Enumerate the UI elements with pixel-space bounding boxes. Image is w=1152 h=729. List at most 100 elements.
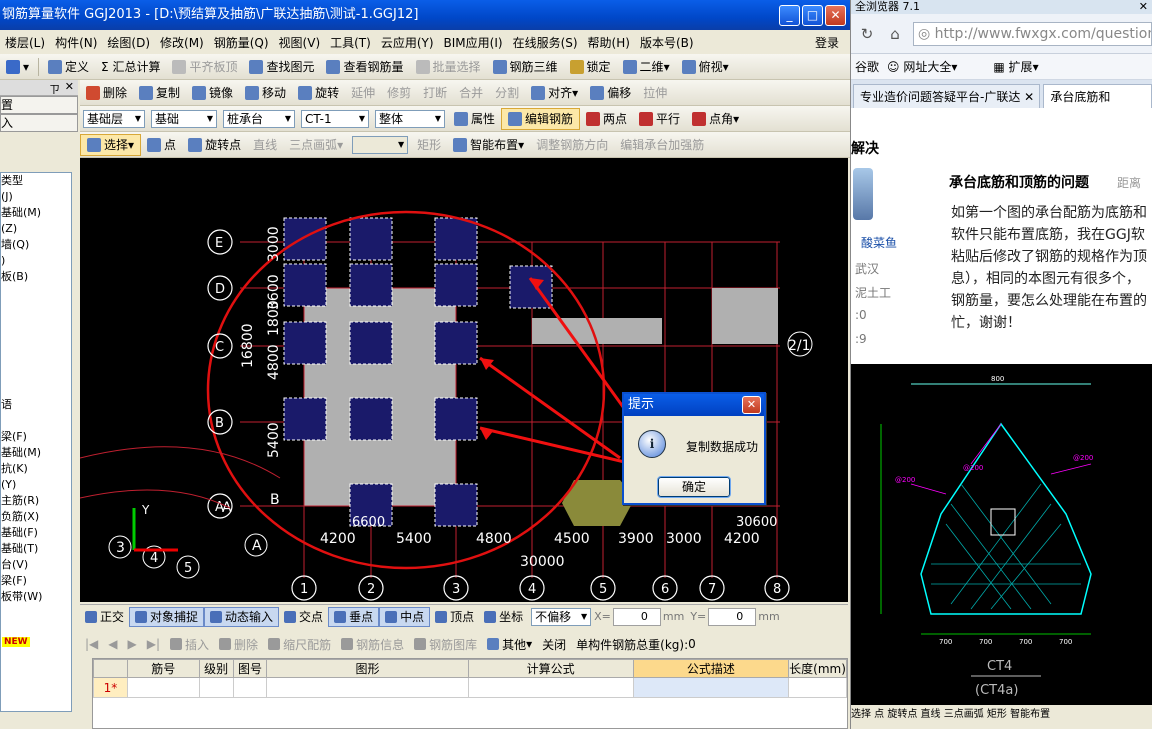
top-view-dropdown[interactable]: 俯视 ▾ xyxy=(676,56,735,78)
tree-item[interactable]: 梁(F) xyxy=(1,429,71,445)
table-row[interactable]: 1* xyxy=(93,677,847,698)
cell-grade[interactable] xyxy=(198,677,234,698)
extend-button[interactable]: 延伸 xyxy=(345,82,381,104)
tree-item[interactable] xyxy=(1,317,71,333)
panel-button-set[interactable]: 置 xyxy=(0,96,78,114)
merge-button[interactable]: 合并 xyxy=(453,82,489,104)
mirror-button[interactable]: 镜像 xyxy=(186,82,239,104)
x-input[interactable]: 0 xyxy=(612,607,661,626)
close-panel-icon[interactable]: ✕ xyxy=(65,80,74,93)
tree-item[interactable]: 主筋(R) xyxy=(1,493,71,509)
tree-item[interactable]: 基础(F) xyxy=(1,525,71,541)
undo-button[interactable]: ▾ xyxy=(0,56,35,78)
view-2d-dropdown[interactable]: 二维 ▾ xyxy=(617,56,676,78)
tree-item[interactable]: ) xyxy=(1,253,71,269)
menu-view[interactable]: 视图(V) xyxy=(274,34,326,51)
tree-item[interactable]: 台(V) xyxy=(1,557,71,573)
line-button[interactable]: 直线 xyxy=(247,134,283,156)
align-dropdown[interactable]: 对齐 ▾ xyxy=(525,82,584,104)
browser-close-icon[interactable]: ✕ xyxy=(1139,0,1148,14)
menu-cloud[interactable]: 云应用(Y) xyxy=(376,34,439,51)
cad-drawing[interactable]: EDCBA1 2 3 4 5 6 7 8300036001800480054001680042… xyxy=(80,158,848,602)
tree-item[interactable] xyxy=(1,285,71,301)
tree-item[interactable]: 基础(T) xyxy=(1,541,71,557)
user-name[interactable]: 酸菜鱼 xyxy=(861,234,897,251)
vertex-snap[interactable]: 顶点 xyxy=(430,607,479,627)
tree-item[interactable]: 语 xyxy=(1,397,71,413)
rotate-button[interactable]: 旋转 xyxy=(292,82,345,104)
nav-next-button[interactable]: ▶ xyxy=(123,637,142,651)
tab-cap-question[interactable]: 承台底筋和 xyxy=(1043,84,1152,108)
cell-bar-no[interactable] xyxy=(126,677,200,698)
copy-button[interactable]: 复制 xyxy=(133,82,186,104)
tree-item[interactable] xyxy=(1,301,71,317)
midpoint-snap[interactable]: 中点 xyxy=(379,606,431,627)
edit-steel-button[interactable]: 编辑钢筋 xyxy=(501,107,581,130)
tree-item[interactable]: 基础(M) xyxy=(1,205,71,221)
pin-icon[interactable]: ㄗ xyxy=(49,81,60,97)
maximize-button[interactable]: □ xyxy=(802,5,823,26)
cell-shape[interactable] xyxy=(266,677,469,698)
smart-layout-dropdown[interactable]: 智能布置 ▾ xyxy=(447,134,530,156)
col-formula[interactable]: 计算公式 xyxy=(467,659,634,678)
tree-item[interactable] xyxy=(1,349,71,365)
tree-item[interactable]: 基础(M) xyxy=(1,445,71,461)
select-dropdown[interactable]: 选择 ▾ xyxy=(80,133,142,156)
tree-item[interactable]: 墙(Q) xyxy=(1,237,71,253)
flat-slab-button[interactable]: 平齐板顶 xyxy=(166,56,243,78)
minimize-button[interactable]: _ xyxy=(779,5,800,26)
col-grade[interactable]: 级别 xyxy=(198,659,234,678)
perpendicular-snap[interactable]: 垂点 xyxy=(328,606,380,627)
tree-item[interactable] xyxy=(1,365,71,381)
drawing-canvas[interactable]: E D C B A 1 2 3 4 5 6 7 8 3000 3600 1800 4800 5400 16800 42… xyxy=(80,158,848,602)
tree-item[interactable]: 梁(F) xyxy=(1,573,71,589)
bookmark-extensions[interactable]: ▦ 扩展▾ xyxy=(993,58,1038,75)
point-button[interactable]: 点 xyxy=(141,134,182,156)
menu-modify[interactable]: 修改(M) xyxy=(155,34,209,51)
rect-button[interactable]: 矩形 xyxy=(411,134,447,156)
view-steel-button[interactable]: 查看钢筋量 xyxy=(320,56,409,78)
rebar-grid[interactable]: 筋号 级别 图号 图形 计算公式 公式描述 长度(mm) 1* xyxy=(92,658,848,729)
delete-button[interactable]: 删除 xyxy=(80,82,133,104)
arc-button[interactable]: 三点画弧 ▾ xyxy=(283,134,349,156)
login-link[interactable]: 登录 xyxy=(810,34,844,51)
tree-item[interactable]: 板(B) xyxy=(1,269,71,285)
bookmark-sites[interactable]: ☺ 网址大全▾ xyxy=(887,58,957,75)
offset-mode-select[interactable]: 不偏移 ▼ xyxy=(531,607,592,626)
rotate-point-button[interactable]: 旋转点 xyxy=(182,134,247,156)
other-dropdown[interactable]: 其他 ▾ xyxy=(482,636,537,653)
tab-qa-platform[interactable]: 专业造价问题答疑平台-广联达 ✕ xyxy=(853,84,1041,108)
sum-calc-button[interactable]: Σ 汇总计算 xyxy=(95,56,166,78)
insert-row-button[interactable]: 插入 xyxy=(165,636,214,653)
lock-button[interactable]: 锁定 xyxy=(564,56,617,78)
edit-cap-steel-button[interactable]: 编辑承台加强筋 xyxy=(614,134,710,156)
tree-item[interactable]: (Y) xyxy=(1,477,71,493)
home-icon[interactable]: ⌂ xyxy=(885,24,905,44)
menu-steel-qty[interactable]: 钢筋量(Q) xyxy=(209,34,274,51)
arc-option-select[interactable]: ▼ xyxy=(352,135,409,154)
dialog-close-button[interactable]: ✕ xyxy=(742,396,761,414)
tree-item[interactable] xyxy=(1,333,71,349)
component-select[interactable]: CT-1 ▼ xyxy=(301,109,369,128)
cell-formula[interactable] xyxy=(467,677,634,698)
cell-fig-no[interactable] xyxy=(232,677,268,698)
nav-prev-button[interactable]: ◀ xyxy=(103,637,122,651)
ortho-toggle[interactable]: 正交 xyxy=(80,607,129,627)
menu-help[interactable]: 帮助(H) xyxy=(583,34,635,51)
offset-button[interactable]: 偏移 xyxy=(584,82,637,104)
nav-first-button[interactable]: |◀ xyxy=(80,637,103,651)
menu-draw[interactable]: 绘图(D) xyxy=(102,34,155,51)
cell-length[interactable] xyxy=(788,677,847,698)
rebar-info-button[interactable]: 钢筋信息 xyxy=(336,636,409,653)
scale-rebar-button[interactable]: 缩尺配筋 xyxy=(263,636,336,653)
col-bar-no[interactable]: 筋号 xyxy=(126,659,200,678)
panel-button-import[interactable]: 入 xyxy=(0,114,78,132)
menu-floor[interactable]: 楼层(L) xyxy=(0,34,50,51)
close-window-button[interactable]: ✕ xyxy=(825,5,846,26)
menu-version[interactable]: 版本号(B) xyxy=(635,34,699,51)
parallel-button[interactable]: 平行 xyxy=(633,108,686,130)
menu-bim[interactable]: BIM应用(I) xyxy=(439,34,508,51)
two-point-button[interactable]: 两点 xyxy=(580,108,633,130)
find-element-button[interactable]: 查找图元 xyxy=(243,56,320,78)
tree-item[interactable]: 类型 xyxy=(1,173,71,189)
